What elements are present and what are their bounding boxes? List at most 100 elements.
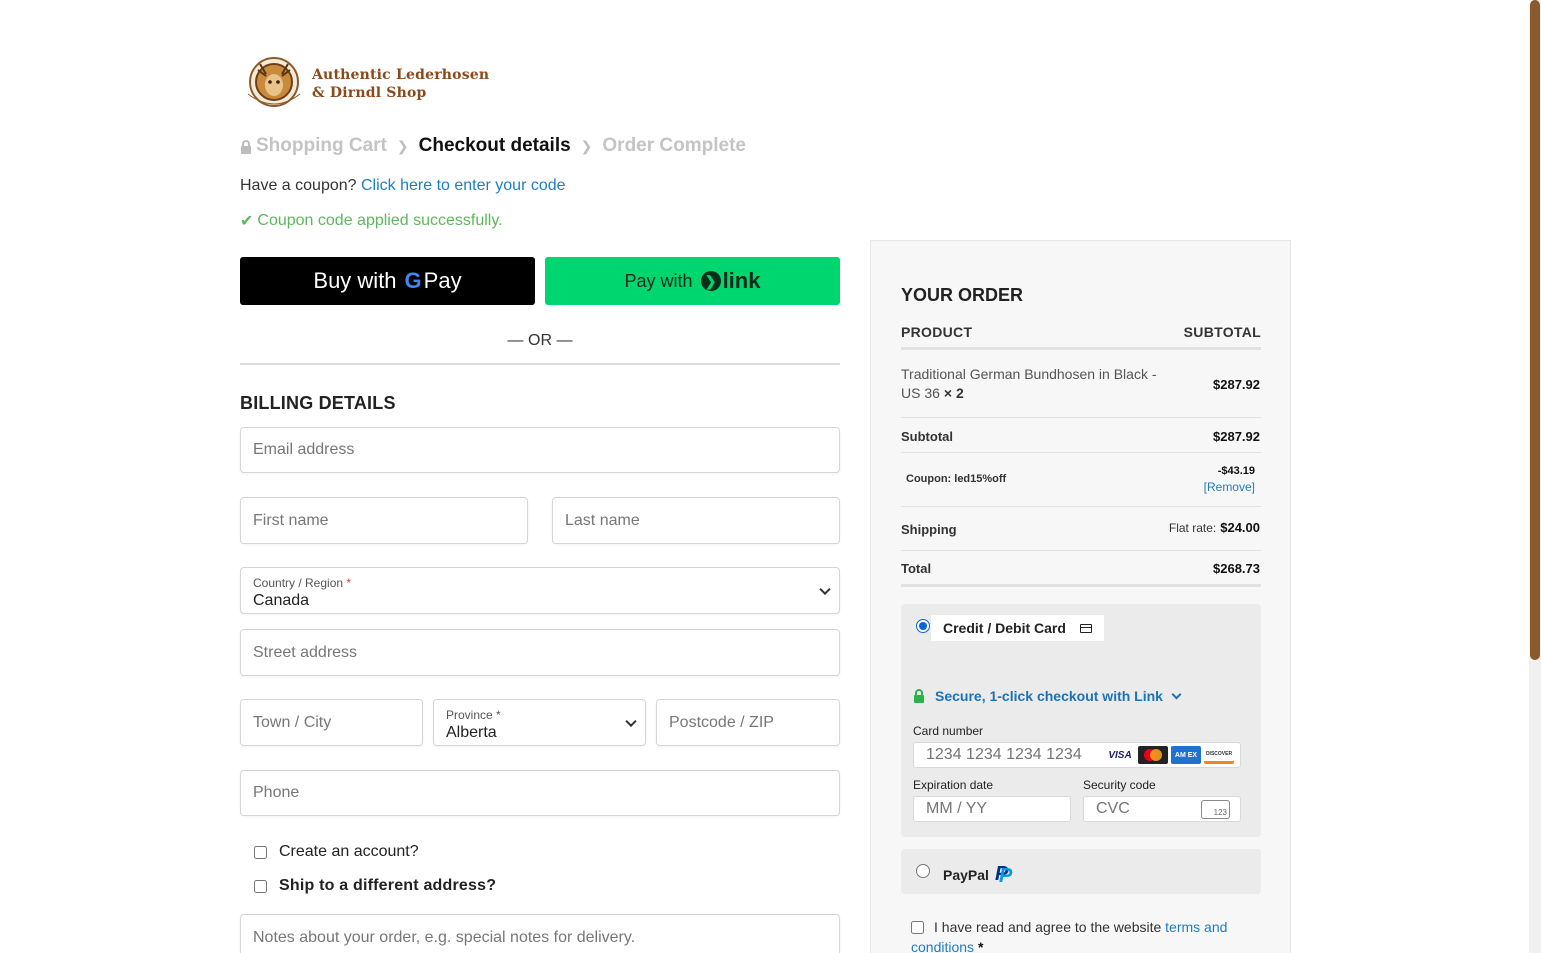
- street-address-input[interactable]: [241, 630, 839, 675]
- first-name-input[interactable]: [241, 498, 527, 543]
- order-product-name: Traditional German Bundhosen in Black - …: [901, 366, 1157, 401]
- card-number-placeholder: 1234 1234 1234 1234: [926, 746, 1082, 763]
- divider: [240, 363, 840, 365]
- enter-coupon-link[interactable]: Click here to enter your code: [361, 177, 566, 194]
- paypal-label: PayPal PP: [943, 863, 1013, 887]
- expiry-label: Expiration date: [913, 778, 994, 792]
- divider: [901, 347, 1261, 350]
- ship-different-checkbox[interactable]: [254, 879, 267, 893]
- breadcrumb-checkout-details[interactable]: Checkout details: [419, 135, 571, 157]
- coupon-discount: -$43.19: [1217, 465, 1255, 477]
- gpay-suffix: Pay: [423, 268, 462, 293]
- link-arrow-icon: ❯: [700, 271, 721, 291]
- order-notes-field[interactable]: [240, 914, 840, 953]
- ship-different-option[interactable]: Ship to a different address?: [254, 877, 496, 895]
- shop-logo[interactable]: Authentic Lederhosen & Dirndl Shop: [242, 52, 489, 116]
- city-field[interactable]: [240, 699, 423, 746]
- breadcrumb-shopping-cart[interactable]: Shopping Cart: [256, 135, 387, 157]
- google-pay-button[interactable]: Buy with G Pay: [240, 257, 535, 305]
- mastercard-icon: [1138, 746, 1168, 764]
- street-address-field[interactable]: [240, 629, 840, 676]
- logo-line-1: Authentic Lederhosen: [312, 67, 490, 83]
- breadcrumb-order-complete: Order Complete: [602, 135, 746, 156]
- total-value: $268.73: [1213, 561, 1260, 576]
- email-field[interactable]: [240, 427, 840, 473]
- terms-agreement: I have read and agree to the website ter…: [911, 917, 1271, 953]
- terms-text: I have read and agree to the website: [934, 919, 1162, 935]
- first-name-field[interactable]: [240, 497, 528, 544]
- expiry-input[interactable]: MM / YY: [913, 796, 1071, 822]
- province-label: Province *: [446, 708, 501, 722]
- order-notes-input[interactable]: [241, 915, 839, 953]
- country-label: Country / Region *: [253, 576, 352, 590]
- terms-required-mark: *: [977, 939, 984, 953]
- scrollbar-thumb[interactable]: [1530, 0, 1540, 660]
- province-value: Alberta: [446, 724, 497, 741]
- your-order-heading: YOUR ORDER: [901, 285, 1024, 305]
- last-name-field[interactable]: [552, 497, 840, 544]
- shipping-label: Shipping: [901, 522, 957, 537]
- chevron-right-icon: ❯: [396, 137, 409, 154]
- security-code-label: Security code: [1083, 778, 1156, 792]
- country-value: Canada: [253, 592, 310, 609]
- logo-seal-icon: [242, 52, 306, 116]
- expiry-placeholder: MM / YY: [926, 800, 988, 817]
- coupon-label: Coupon: led15%off: [906, 473, 1007, 485]
- card-number-input[interactable]: 1234 1234 1234 1234 VISA AM EX DISCOVER: [913, 742, 1241, 768]
- divider: [901, 506, 1261, 507]
- postcode-input[interactable]: [657, 700, 839, 745]
- page-scrollbar[interactable]: [1529, 0, 1541, 953]
- card-payment-radio[interactable]: [916, 619, 930, 633]
- link-wordmark: link: [722, 268, 761, 293]
- paypal-payment-box[interactable]: PayPal PP: [901, 849, 1261, 894]
- subtotal-value: $287.92: [1213, 429, 1260, 444]
- shipping-value: Flat rate: $24.00: [1169, 520, 1260, 535]
- coupon-success-message: ✔ Coupon code applied successfully.: [240, 211, 503, 231]
- phone-input[interactable]: [241, 771, 839, 815]
- link-checkout-toggle[interactable]: Secure, 1-click checkout with Link: [913, 688, 1182, 704]
- gpay-prefix: Buy with: [313, 268, 397, 293]
- shipping-amount: $24.00: [1220, 520, 1260, 535]
- terms-checkbox[interactable]: [911, 921, 924, 934]
- ship-different-label: Ship to a different address?: [279, 877, 497, 894]
- province-select[interactable]: Province * Alberta: [433, 699, 646, 746]
- visa-icon: VISA: [1105, 746, 1135, 764]
- last-name-input[interactable]: [553, 498, 839, 543]
- paypal-logo-icon: PP: [994, 863, 1013, 887]
- create-account-option[interactable]: Create an account?: [254, 843, 419, 861]
- logo-line-2: & Dirndl Shop: [312, 85, 427, 101]
- pay-with-link-button[interactable]: Pay with ❯ link: [545, 257, 840, 305]
- chevron-down-icon: [1171, 689, 1182, 699]
- divider: [901, 417, 1261, 418]
- country-select[interactable]: Country / Region * Canada: [240, 567, 840, 614]
- lock-icon: [240, 139, 252, 154]
- billing-details-heading: BILLING DETAILS: [240, 393, 396, 413]
- create-account-label: Create an account?: [279, 843, 419, 860]
- card-number-label: Card number: [913, 724, 984, 738]
- card-payment-box: Credit / Debit Card Secure, 1-click chec…: [901, 604, 1261, 837]
- city-input[interactable]: [241, 700, 422, 745]
- total-label: Total: [901, 561, 932, 576]
- checkmark-icon: ✔: [240, 213, 254, 230]
- order-summary-panel: YOUR ORDER PRODUCT SUBTOTAL Traditional …: [870, 240, 1291, 953]
- card-brand-icons: VISA AM EX DISCOVER: [1102, 746, 1234, 764]
- paypal-radio[interactable]: [916, 864, 930, 878]
- divider: [901, 452, 1261, 453]
- lock-icon: [913, 688, 925, 704]
- divider: [901, 584, 1261, 587]
- postcode-field[interactable]: [656, 699, 840, 746]
- coupon-prompt-text: Have a coupon?: [240, 177, 357, 194]
- secure-link-text: Secure, 1-click checkout with Link: [935, 688, 1163, 704]
- col-subtotal: SUBTOTAL: [1183, 324, 1261, 340]
- divider: [901, 550, 1261, 551]
- cvc-placeholder: CVC: [1096, 800, 1130, 817]
- phone-field[interactable]: [240, 770, 840, 816]
- product-price: $287.92: [1213, 377, 1260, 392]
- email-input[interactable]: [241, 428, 839, 472]
- remove-coupon-link[interactable]: [Remove]: [1204, 480, 1255, 494]
- coupon-success-text: Coupon code applied successfully.: [257, 212, 503, 229]
- shipping-method: Flat rate:: [1168, 521, 1217, 535]
- create-account-checkbox[interactable]: [254, 845, 267, 859]
- card-payment-label[interactable]: Credit / Debit Card: [931, 615, 1104, 641]
- cvc-input[interactable]: CVC 123: [1083, 796, 1241, 822]
